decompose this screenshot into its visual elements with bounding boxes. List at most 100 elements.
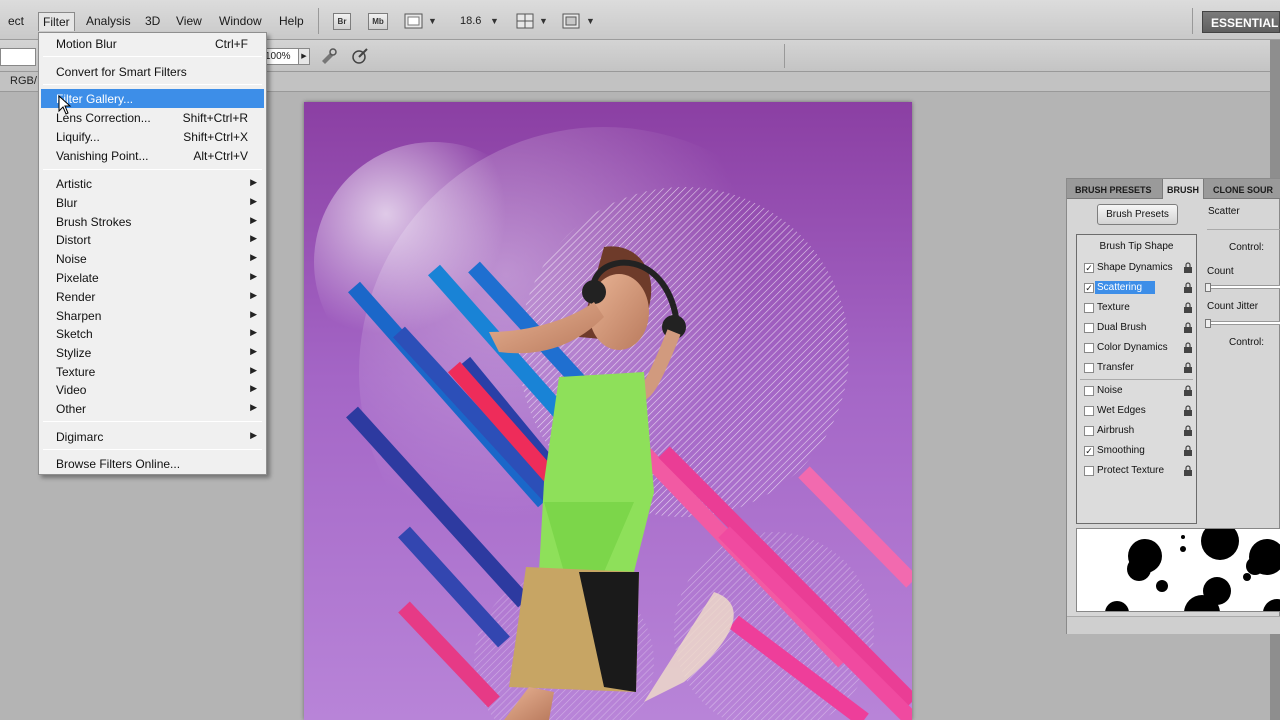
menu-item-vanishing-point[interactable]: Vanishing Point... Alt+Ctrl+V	[39, 146, 266, 165]
menu-item-artistic[interactable]: Artistic ▶	[39, 174, 266, 193]
brush-option-scattering[interactable]: ✓ Scattering	[1077, 279, 1196, 297]
brush-option-label: Airbrush	[1097, 425, 1135, 436]
count-jitter-slider-knob[interactable]	[1205, 319, 1211, 328]
tab-brush-presets[interactable]: BRUSH PRESETS	[1075, 185, 1152, 195]
brush-option-protect-texture[interactable]: Protect Texture	[1077, 462, 1196, 480]
brush-panel-footer	[1067, 616, 1280, 634]
brush-option-noise[interactable]: Noise	[1077, 382, 1196, 400]
brush-option-smoothing[interactable]: ✓ Smoothing	[1077, 442, 1196, 460]
chevron-down-icon[interactable]: ▼	[490, 16, 499, 26]
menu-item-pixelate[interactable]: Pixelate ▶	[39, 268, 266, 287]
brush-option-color-dynamics[interactable]: Color Dynamics	[1077, 339, 1196, 357]
lock-icon[interactable]	[1183, 465, 1193, 476]
menu-filter[interactable]: Filter	[38, 12, 75, 31]
opacity-spinner[interactable]: ▶	[298, 48, 310, 65]
brush-option-transfer[interactable]: Transfer	[1077, 359, 1196, 377]
menu-analysis[interactable]: Analysis	[86, 14, 131, 28]
lock-icon[interactable]	[1183, 302, 1193, 313]
chevron-down-icon[interactable]: ▼	[586, 16, 595, 26]
checkbox[interactable]: ✓	[1084, 283, 1094, 293]
brush-option-label: Wet Edges	[1097, 405, 1146, 416]
menu-view[interactable]: View	[176, 14, 202, 28]
checkbox[interactable]	[1084, 426, 1094, 436]
pressure-toggle[interactable]	[350, 46, 370, 66]
menu-3d[interactable]: 3D	[145, 14, 160, 28]
checkbox[interactable]	[1084, 363, 1094, 373]
bridge-button[interactable]: Br	[333, 13, 351, 30]
document-canvas[interactable]	[304, 102, 912, 720]
count-jitter-slider[interactable]	[1207, 321, 1280, 325]
menu-item-brush-strokes[interactable]: Brush Strokes ▶	[39, 212, 266, 231]
menu-item-label: Other	[56, 402, 87, 416]
menu-item-noise[interactable]: Noise ▶	[39, 249, 266, 268]
brush-option-texture[interactable]: Texture	[1077, 299, 1196, 317]
lock-icon[interactable]	[1183, 445, 1193, 456]
checkbox[interactable]: ✓	[1084, 446, 1094, 456]
brush-option-wet-edges[interactable]: Wet Edges	[1077, 402, 1196, 420]
tab-clone-source[interactable]: CLONE SOUR	[1213, 185, 1273, 195]
checkbox[interactable]	[1084, 406, 1094, 416]
tab-brush[interactable]: BRUSH	[1162, 179, 1205, 199]
menu-select[interactable]: ect	[8, 14, 24, 28]
control-label: Control:	[1229, 242, 1265, 253]
arrange-icon	[516, 13, 534, 29]
menu-divider	[43, 84, 262, 85]
brush-tip-shape-item[interactable]: Brush Tip Shape	[1077, 241, 1196, 252]
lock-icon[interactable]	[1183, 362, 1193, 373]
count-slider-knob[interactable]	[1205, 283, 1211, 292]
menu-item-distort[interactable]: Distort ▶	[39, 230, 266, 249]
menu-help[interactable]: Help	[279, 14, 304, 28]
menu-item-filter-gallery[interactable]: Filter Gallery...	[41, 89, 264, 108]
checkbox[interactable]	[1084, 386, 1094, 396]
lock-icon[interactable]	[1183, 282, 1193, 293]
lock-icon[interactable]	[1183, 342, 1193, 353]
checkbox[interactable]	[1084, 323, 1094, 333]
menu-item-stylize[interactable]: Stylize ▶	[39, 343, 266, 362]
menu-item-blur[interactable]: Blur ▶	[39, 193, 266, 212]
menu-item-lens-correction[interactable]: Lens Correction... Shift+Ctrl+R	[39, 108, 266, 127]
arrange-documents-button[interactable]	[516, 13, 536, 30]
lock-icon[interactable]	[1183, 405, 1193, 416]
menu-item-digimarc[interactable]: Digimarc ▶	[39, 427, 266, 446]
menu-item-video[interactable]: Video ▶	[39, 380, 266, 399]
menu-item-other[interactable]: Other ▶	[39, 399, 266, 418]
menu-item-label: Texture	[56, 365, 96, 379]
menu-item-sketch[interactable]: Sketch ▶	[39, 324, 266, 343]
chevron-right-icon: ▶	[250, 430, 257, 440]
workspace-switcher[interactable]: ESSENTIAL	[1202, 11, 1280, 33]
zoom-level[interactable]: 18.6	[460, 15, 481, 27]
menu-item-texture[interactable]: Texture ▶	[39, 362, 266, 381]
menu-item-render[interactable]: Render ▶	[39, 287, 266, 306]
lock-icon[interactable]	[1183, 262, 1193, 273]
menu-item-label: Convert for Smart Filters	[56, 65, 187, 79]
mini-bridge-button[interactable]: Mb	[368, 13, 388, 30]
airbrush-toggle[interactable]	[318, 46, 338, 66]
opacity-field[interactable]: 100%	[262, 48, 300, 65]
lock-icon[interactable]	[1183, 425, 1193, 436]
chevron-right-icon: ▶	[250, 271, 257, 281]
checkbox[interactable]	[1084, 303, 1094, 313]
chevron-down-icon[interactable]: ▼	[428, 16, 437, 26]
menu-window[interactable]: Window	[219, 14, 262, 28]
document-tab[interactable]: RGB/	[10, 75, 37, 87]
view-extras-button[interactable]	[404, 13, 424, 30]
checkbox[interactable]	[1084, 466, 1094, 476]
brush-option-airbrush[interactable]: Airbrush	[1077, 422, 1196, 440]
mouse-pointer-icon	[58, 95, 72, 115]
screen-mode-button[interactable]	[562, 13, 582, 30]
checkbox[interactable]	[1084, 343, 1094, 353]
menu-item-liquify[interactable]: Liquify... Shift+Ctrl+X	[39, 127, 266, 146]
brush-option-dual-brush[interactable]: Dual Brush	[1077, 319, 1196, 337]
brush-presets-button[interactable]: Brush Presets	[1097, 204, 1178, 225]
menu-item-sharpen[interactable]: Sharpen ▶	[39, 306, 266, 325]
menu-item-convert-smart-filters[interactable]: Convert for Smart Filters	[39, 62, 266, 81]
lock-icon[interactable]	[1183, 322, 1193, 333]
menu-item-browse-filters-online[interactable]: Browse Filters Online...	[39, 454, 266, 473]
chevron-down-icon[interactable]: ▼	[539, 16, 548, 26]
menu-item-motion-blur[interactable]: Motion Blur Ctrl+F	[39, 34, 266, 53]
brush-size-field[interactable]	[0, 48, 36, 66]
count-slider[interactable]	[1207, 285, 1280, 289]
brush-option-shape-dynamics[interactable]: ✓ Shape Dynamics	[1077, 259, 1196, 277]
lock-icon[interactable]	[1183, 385, 1193, 396]
checkbox[interactable]: ✓	[1084, 263, 1094, 273]
